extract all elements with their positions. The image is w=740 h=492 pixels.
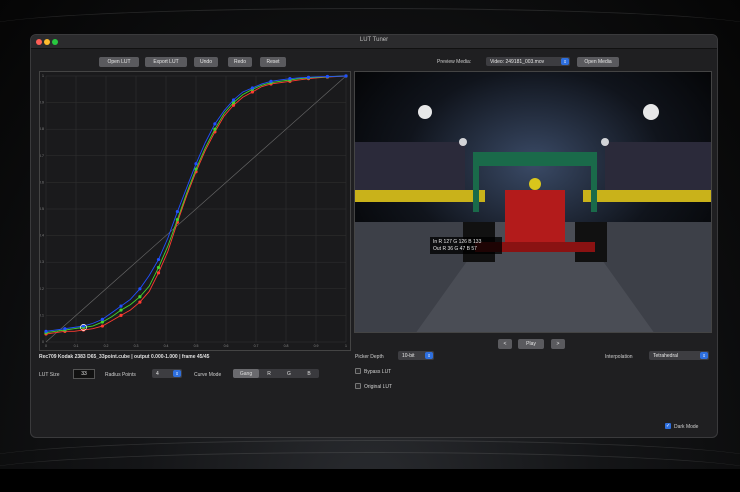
curve-mode-r[interactable]: R [259, 369, 279, 378]
y-tick-label: 0.2 [40, 287, 44, 291]
x-tick-label: 0.4 [164, 344, 169, 348]
open-media-button[interactable]: Open Media [577, 57, 619, 67]
series-point-1 [156, 265, 161, 270]
radius-points-value: 4 [156, 370, 159, 377]
curve-mode-segmented[interactable]: Gang R G B [233, 369, 319, 378]
y-tick-label: 0.8 [40, 127, 44, 131]
series-point-0 [156, 271, 161, 275]
x-tick-label: 0.5 [194, 344, 199, 348]
chevron-updown-icon: ⇕ [425, 352, 433, 359]
x-tick-label: 0.7 [254, 344, 259, 348]
x-tick-label: 0.3 [134, 344, 139, 348]
wallpaper-wave [0, 452, 740, 492]
series-point-2 [175, 210, 179, 214]
y-tick-label: 0 [42, 340, 44, 344]
chevron-updown-icon: ⇕ [173, 370, 181, 377]
series-point-1 [175, 218, 179, 222]
open-lut-button[interactable]: Open LUT [99, 57, 139, 67]
bypass-lut-label: Bypass LUT [364, 369, 392, 375]
y-tick-label: 0.9 [40, 101, 44, 105]
x-tick-label: 0.2 [104, 344, 109, 348]
y-tick-label: 0.7 [40, 154, 44, 158]
series-point-1 [138, 295, 142, 299]
series-point-1 [194, 167, 198, 171]
picker-depth-select[interactable]: 10-bit ⇕ [398, 351, 434, 360]
series-point-2 [156, 257, 161, 262]
next-frame-button[interactable]: > [551, 339, 565, 349]
lut-info-status: Rec709 Kodak 2383 D65_33point.cube | out… [39, 354, 210, 360]
y-tick-label: 0.5 [40, 207, 44, 211]
curve-chart[interactable]: 0 0.1 0.2 0.3 0.4 0.5 0.6 0.7 0.8 0.9 1 0 0.1 0.2 0.3 0… [39, 72, 352, 352]
y-tick-label: 0.6 [40, 180, 44, 184]
picker-depth-value: 10-bit [402, 352, 415, 359]
preview-image [355, 72, 711, 332]
series-point-2 [213, 122, 217, 126]
picker-in-values: In R 127 G 126 B 133 [433, 239, 482, 245]
window-title: LUT Tuner [359, 37, 389, 43]
curve-mode-label: Curve Mode [194, 372, 222, 378]
preview-media-select[interactable]: Video: 249181_003.mov ⇕ [486, 57, 570, 66]
dark-mode-label: Dark Mode [674, 424, 699, 430]
series-point-1 [119, 308, 123, 312]
radius-points-select[interactable]: 4 ⇕ [152, 369, 182, 378]
series-point-2 [138, 287, 142, 291]
title-bar[interactable]: LUT Tuner [31, 35, 717, 49]
dark-mode-checkbox[interactable]: ✓ [665, 423, 671, 429]
y-tick-label: 0.1 [40, 313, 44, 317]
lut-size-input[interactable]: 33 [73, 369, 95, 379]
preview-viewport[interactable]: In R 127 G 126 B 133 Out R 36 G 47 B 57 [354, 71, 712, 333]
series-point-2 [325, 74, 329, 79]
interpolation-select[interactable]: Tetrahedral ⇕ [649, 351, 709, 360]
series-point-2 [119, 304, 123, 308]
play-button[interactable]: Play [518, 339, 544, 349]
y-tick-label: 1 [42, 74, 44, 78]
curve-mode-gang[interactable]: Gang [233, 369, 259, 378]
x-tick-label: 1 [345, 344, 347, 348]
picker-out-values: Out R 36 G 47 B 57 [433, 246, 477, 252]
chevron-updown-icon: ⇕ [700, 352, 708, 359]
curve-mode-g[interactable]: G [279, 369, 299, 378]
chevron-updown-icon: ⇕ [561, 58, 569, 65]
y-tick-label: 0.4 [40, 234, 44, 238]
original-lut-label: Original LUT [364, 384, 393, 390]
redo-button[interactable]: Redo [228, 57, 252, 67]
series-point-2 [288, 77, 292, 81]
undo-button[interactable]: Undo [194, 57, 218, 67]
x-tick-label: 0.6 [224, 344, 229, 348]
series-point-1 [213, 127, 217, 131]
radius-points-label: Radius Points [105, 372, 136, 378]
x-tick-label: 0.1 [74, 344, 79, 348]
x-tick-label: 0 [45, 344, 47, 348]
series-point-0 [138, 300, 142, 304]
series-point-2 [194, 162, 198, 166]
curve-plot[interactable]: 0 0.1 0.2 0.3 0.4 0.5 0.6 0.7 0.8 0.9 1 0 0.1 0.2 0.3 0… [39, 71, 351, 351]
x-tick-label: 0.9 [314, 344, 319, 348]
picker-depth-label: Picker Depth [355, 354, 384, 360]
series-point-0 [100, 324, 104, 328]
preview-media-value: Video: 249181_003.mov [490, 58, 545, 65]
series-point-2 [63, 327, 67, 331]
app-window: LUT Tuner Open LUT Export LUT Undo Redo … [30, 34, 718, 438]
series-point-2 [269, 79, 273, 83]
series-point-2 [344, 74, 348, 78]
export-lut-button[interactable]: Export LUT [145, 57, 187, 67]
series-point-2 [250, 86, 254, 90]
bypass-lut-checkbox[interactable] [355, 368, 361, 374]
lut-size-label: LUT Size [39, 372, 60, 378]
pixel-picker-readout: In R 127 G 126 B 133 Out R 36 G 47 B 57 [430, 237, 502, 254]
original-lut-checkbox[interactable] [355, 383, 361, 389]
series-point-0 [119, 313, 123, 317]
series-point-2 [44, 329, 48, 333]
series-point-2 [100, 317, 104, 321]
curve-mode-b[interactable]: B [299, 369, 319, 378]
x-tick-label: 0.8 [284, 344, 289, 348]
previous-frame-button[interactable]: < [498, 339, 512, 349]
series-point-2 [231, 98, 236, 102]
series-point-2 [306, 75, 311, 79]
interpolation-label: Interpolation [605, 354, 633, 360]
y-tick-label: 0.3 [40, 260, 44, 264]
preview-media-label: Preview Media: [437, 59, 472, 65]
interpolation-value: Tetrahedral [653, 352, 679, 359]
reset-button[interactable]: Reset [260, 57, 286, 67]
